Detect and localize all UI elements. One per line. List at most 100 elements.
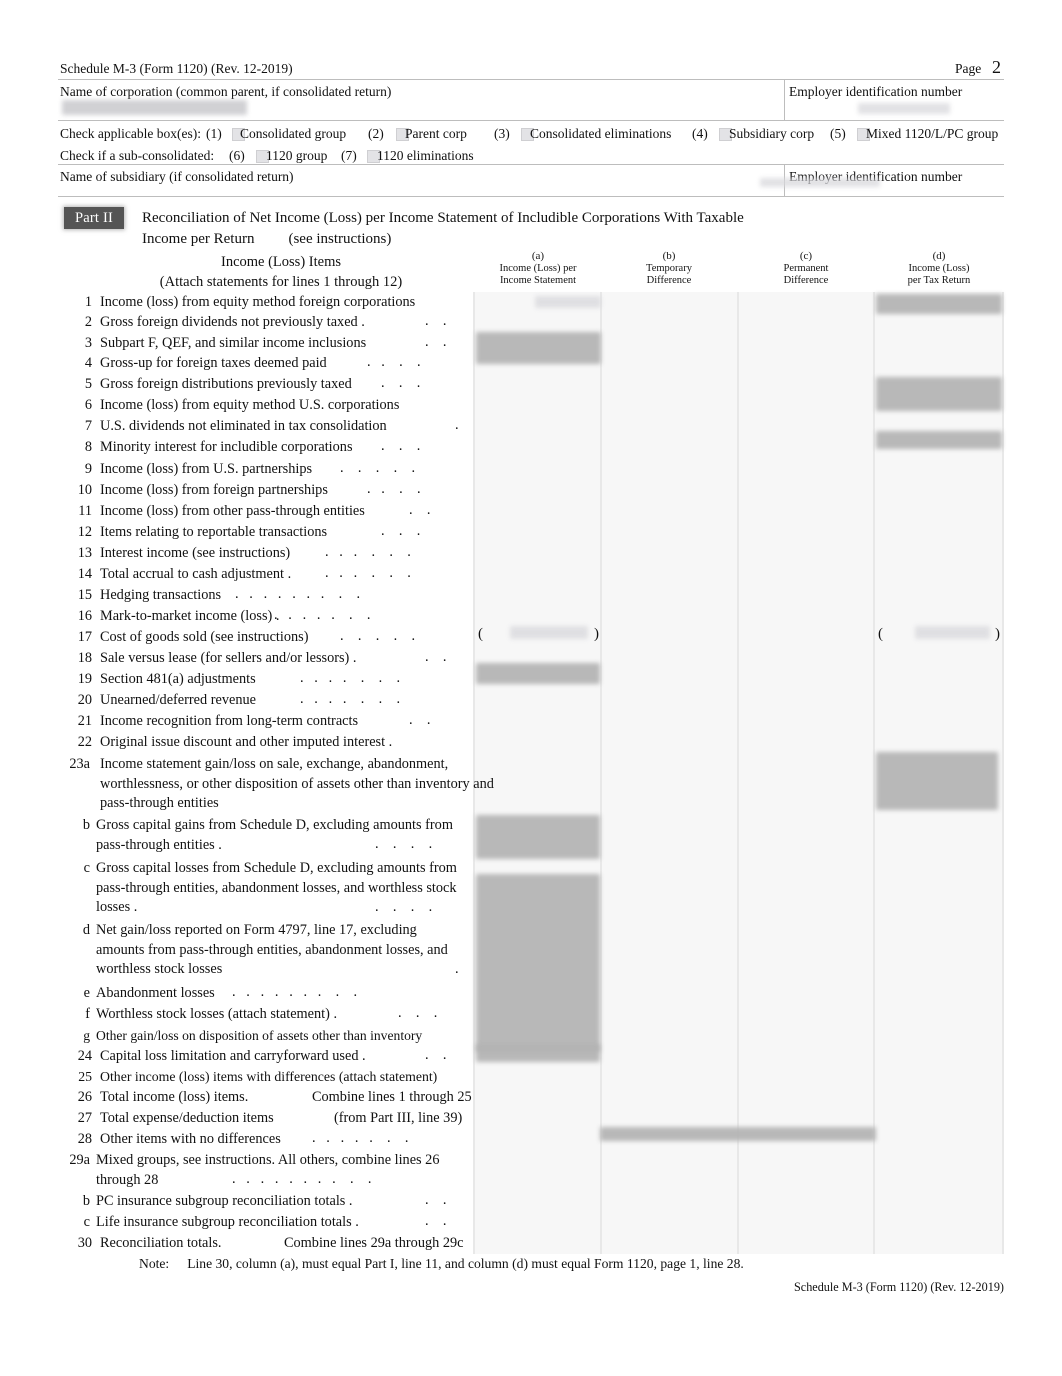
line-text: Minority interest for includible corpora… bbox=[100, 439, 353, 455]
redacted-value-col-d-row1 bbox=[876, 294, 1002, 314]
column-d-line1: Income (Loss) bbox=[908, 262, 970, 274]
header-rule-bottom bbox=[58, 196, 1004, 197]
line-number: 19 bbox=[77, 671, 92, 687]
leader-dots: . . bbox=[409, 502, 431, 518]
line-text: Items relating to reportable transaction… bbox=[100, 524, 328, 540]
line-text: Original issue discount and other impute… bbox=[100, 734, 393, 750]
redacted-value-col-a-row1 bbox=[535, 296, 601, 308]
line-text: Net gain/loss reported on Form 4797, lin… bbox=[96, 922, 448, 978]
line-number: 27 bbox=[77, 1110, 92, 1126]
line-number: 9 bbox=[84, 461, 92, 477]
line-number: 25 bbox=[78, 1069, 92, 1084]
leader-dots: . bbox=[455, 417, 459, 433]
paren-close-col-a-row17: ) bbox=[594, 626, 599, 642]
line-text: Subpart F, QEF, and similar income inclu… bbox=[100, 335, 367, 351]
line-number: b bbox=[82, 1193, 90, 1209]
line-number: b bbox=[82, 817, 90, 833]
line-text: U.S. dividends not eliminated in tax con… bbox=[100, 418, 387, 434]
leader-dots: . . . . bbox=[367, 481, 421, 497]
page-label: Page bbox=[955, 61, 982, 76]
leader-dots: . . . . . . . bbox=[300, 691, 401, 707]
line-text: Section 481(a) adjustments bbox=[100, 671, 256, 687]
line-text: Income (loss) from equity method foreign… bbox=[100, 294, 416, 310]
header-rule-top bbox=[58, 79, 1004, 80]
part-ii-title-line2: Income per Return bbox=[142, 231, 255, 247]
checkbox-label-consolidated-group[interactable]: Consolidated group bbox=[240, 126, 346, 142]
column-header-a: (a) Income (Loss) per Income Statement bbox=[475, 250, 601, 288]
name-of-corporation-label: Name of corporation (common parent, if c… bbox=[60, 84, 392, 99]
redacted-value-col-a-row24 bbox=[476, 1044, 600, 1062]
line-text: Gross foreign dividends not previously t… bbox=[100, 314, 365, 330]
line-text-secondary: Combine lines 29a through 29c bbox=[284, 1235, 464, 1251]
line-number: 4 bbox=[84, 355, 92, 371]
part-ii-see-instructions: (see instructions) bbox=[288, 231, 392, 247]
line-text: Life insurance subgroup reconciliation t… bbox=[96, 1214, 359, 1230]
leader-dots: . . . . . bbox=[340, 460, 416, 476]
paren-close-col-d-row17: ) bbox=[995, 626, 1000, 642]
leader-dots: . . . . . . . . . . bbox=[232, 1171, 372, 1187]
leader-dots: . . . . . . . bbox=[274, 607, 371, 623]
checkbox-label-parent-corp[interactable]: Parent corp bbox=[405, 126, 467, 142]
line-number: 23a bbox=[69, 756, 90, 772]
line-number: 22 bbox=[77, 734, 92, 750]
line-text: Sale versus lease (for sellers and/or le… bbox=[100, 650, 357, 666]
leader-dots: . . bbox=[409, 712, 431, 728]
leader-dots: . . . . . . bbox=[325, 565, 411, 581]
page-number: 2 bbox=[992, 57, 1001, 77]
column-letter-a: (a) bbox=[531, 250, 545, 262]
line-number: 14 bbox=[77, 566, 92, 582]
check-applicable-label: Check applicable box(es): bbox=[60, 126, 201, 141]
note-label: Note: bbox=[139, 1256, 170, 1271]
checkbox-label-consolidated-eliminations[interactable]: Consolidated eliminations bbox=[530, 126, 671, 142]
leader-dots: . . . bbox=[398, 1005, 438, 1021]
line-number: e bbox=[83, 985, 90, 1001]
line-number: 26 bbox=[77, 1089, 92, 1105]
redacted-value-col-d-row23a bbox=[876, 752, 998, 810]
line-number: 11 bbox=[78, 503, 92, 519]
line-number: 10 bbox=[77, 482, 92, 498]
checkbox-label-1120-group[interactable]: 1120 group bbox=[266, 148, 327, 164]
redacted-value-col-a-row19 bbox=[476, 663, 600, 684]
leader-dots: . . . . bbox=[367, 354, 421, 370]
checkbox-label-mixed-group[interactable]: Mixed 1120/L/PC group bbox=[866, 126, 998, 142]
leader-dots: . . . . . . . bbox=[300, 670, 401, 686]
paren-open-col-a-row17: ( bbox=[478, 626, 483, 642]
leader-dots: . . . . bbox=[375, 836, 433, 852]
line-text: Income (loss) from U.S. partnerships bbox=[100, 461, 313, 477]
line-text: Unearned/deferred revenue bbox=[100, 692, 256, 708]
line-number: 30 bbox=[77, 1235, 92, 1251]
header-rule-mid1 bbox=[58, 120, 1004, 121]
leader-dots: . . . . . . . bbox=[312, 1130, 409, 1146]
column-letter-c: (c) bbox=[799, 250, 813, 262]
subsidiary-name-value-redacted bbox=[760, 178, 880, 187]
line-number: 12 bbox=[77, 524, 92, 540]
leader-dots: . . . . . . bbox=[325, 544, 411, 560]
checkbox-number-3: (3) bbox=[494, 126, 510, 141]
form-identifier-footer: Schedule M-3 (Form 1120) (Rev. 12-2019) bbox=[794, 1280, 1004, 1294]
line-number: c bbox=[83, 1214, 90, 1230]
grid-vrule-a-b bbox=[600, 292, 602, 1254]
line-text: Income (loss) from equity method U.S. co… bbox=[100, 397, 400, 413]
line-number: 6 bbox=[84, 397, 92, 413]
line-text: Other gain/loss on disposition of assets… bbox=[96, 1028, 423, 1043]
column-header-d: (d) Income (Loss) per Tax Return bbox=[876, 250, 1002, 288]
checkbox-number-6: (6) bbox=[229, 148, 245, 163]
line-text: Income recognition from long-term contra… bbox=[100, 713, 359, 729]
leader-dots: . . bbox=[425, 1192, 447, 1208]
grid-vrule-c-d bbox=[873, 292, 875, 1254]
redacted-value-col-a-row17 bbox=[510, 626, 588, 639]
items-header-line1: Income (Loss) Items bbox=[221, 254, 341, 270]
part-ii-tag: Part II bbox=[64, 207, 124, 229]
leader-dots: . bbox=[455, 961, 459, 977]
checkbox-number-4: (4) bbox=[692, 126, 708, 141]
column-b-line1: Temporary bbox=[646, 262, 692, 274]
leader-dots: . . bbox=[425, 1047, 447, 1063]
column-b-line2: Difference bbox=[646, 275, 692, 286]
employer-identification-number-label-corp: Employer identification number bbox=[789, 84, 963, 99]
checkbox-label-1120-eliminations[interactable]: 1120 eliminations bbox=[377, 148, 474, 164]
line-number: 21 bbox=[77, 713, 92, 729]
line-number: 18 bbox=[77, 650, 92, 666]
header-rule-mid2 bbox=[58, 164, 1004, 165]
line-number: 7 bbox=[84, 418, 92, 434]
checkbox-label-subsidiary-corp[interactable]: Subsidiary corp bbox=[729, 126, 814, 142]
